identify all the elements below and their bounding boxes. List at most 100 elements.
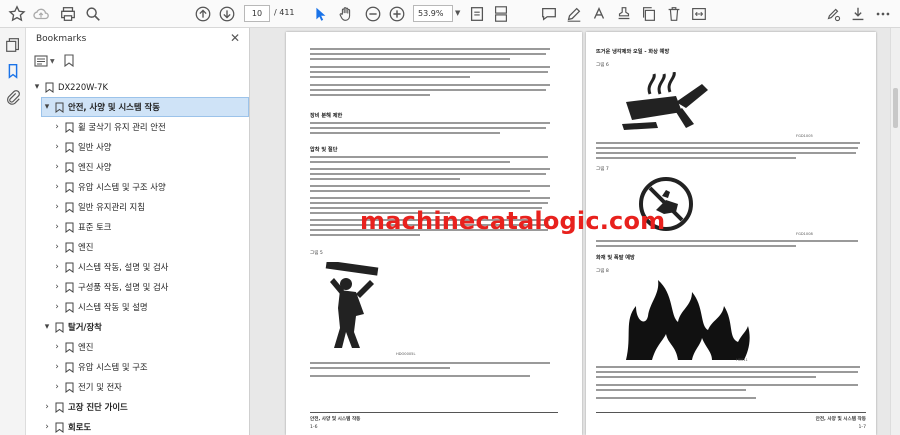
figure-code: HDO0005L — [396, 352, 416, 356]
footer-page-number: 1-7 — [858, 425, 866, 430]
chevron-right-icon[interactable]: › — [52, 222, 62, 232]
fit-width-icon[interactable] — [688, 3, 710, 25]
bookmark-item[interactable]: › 표준 토크 — [52, 218, 111, 236]
section-heading: 압착 및 절단 — [310, 147, 338, 153]
bookmark-item[interactable]: › 회로도 — [42, 418, 91, 435]
bookmark-icon — [55, 422, 64, 433]
bookmark-icon — [65, 182, 74, 193]
chevron-right-icon[interactable]: › — [52, 122, 62, 132]
vertical-scrollbar[interactable] — [890, 28, 900, 435]
bookmark-icon — [65, 302, 74, 313]
bookmark-icon — [65, 342, 74, 353]
delete-icon[interactable] — [663, 3, 685, 25]
chevron-down-icon[interactable]: ▾ — [42, 322, 52, 332]
attachments-icon[interactable] — [2, 86, 24, 108]
scroll-mode-icon[interactable] — [490, 3, 512, 25]
chevron-right-icon[interactable]: › — [42, 422, 52, 432]
bookmark-item[interactable]: › 유압 시스템 및 구조 — [52, 358, 148, 376]
bookmarks-icon[interactable] — [2, 60, 24, 82]
hand-tool-icon[interactable] — [335, 3, 357, 25]
bookmark-item[interactable]: ▾ 안전, 사양 및 시스템 작동 — [41, 97, 249, 117]
figure-label: 그림 7 — [596, 167, 609, 172]
comment-icon[interactable] — [538, 3, 560, 25]
bookmark-icon — [65, 122, 74, 133]
bookmark-item[interactable]: › 엔진 — [52, 238, 93, 256]
footer-rule — [596, 412, 866, 413]
figure-code: FGD1008 — [796, 232, 813, 236]
bookmark-icon — [45, 82, 54, 93]
section-heading: 화재 및 폭발 예방 — [596, 255, 635, 261]
chevron-right-icon[interactable]: › — [52, 302, 62, 312]
search-icon[interactable] — [82, 3, 104, 25]
bookmark-item[interactable]: › 구성품 작동, 설명 및 검사 — [52, 278, 168, 296]
options-menu-icon[interactable]: ▼ — [34, 55, 55, 67]
chevron-right-icon[interactable]: › — [52, 362, 62, 372]
upload-cloud-icon[interactable] — [30, 3, 52, 25]
more-options-icon[interactable] — [872, 3, 894, 25]
select-cursor-icon[interactable] — [309, 3, 331, 25]
chevron-right-icon[interactable]: › — [52, 202, 62, 212]
chevron-down-icon[interactable]: ▾ — [32, 82, 42, 92]
body-text-lines — [310, 48, 558, 112]
page-number-input[interactable]: 10 — [244, 5, 270, 22]
bookmark-add-icon[interactable] — [6, 3, 28, 25]
bookmark-item[interactable]: › 시스템 작동, 설명 및 검사 — [52, 258, 168, 276]
chevron-down-icon[interactable]: ▾ — [42, 102, 52, 112]
bookmark-icon — [65, 242, 74, 253]
body-text-lines — [596, 366, 866, 410]
zoom-in-icon[interactable] — [386, 3, 408, 25]
bookmark-item[interactable]: ▾ 탈거/장착 — [42, 318, 102, 336]
scrollbar-thumb[interactable] — [893, 88, 898, 128]
bookmark-item[interactable]: › 일반 유지관리 지침 — [52, 198, 145, 216]
copy-icon[interactable] — [638, 3, 660, 25]
body-text-lines — [596, 240, 866, 259]
chevron-right-icon[interactable]: › — [52, 182, 62, 192]
stamp-icon[interactable] — [613, 3, 635, 25]
body-text-lines — [596, 142, 866, 176]
bookmark-icon — [65, 222, 74, 233]
watermark-text: machinecatalogic.com — [360, 207, 666, 235]
chevron-down-icon[interactable]: ▼ — [455, 9, 460, 17]
bookmark-icon — [65, 202, 74, 213]
zoom-out-icon[interactable] — [362, 3, 384, 25]
bookmark-item[interactable]: › 일반 사양 — [52, 138, 111, 156]
bookmark-search-icon[interactable] — [63, 52, 75, 71]
pen-icon[interactable] — [563, 3, 585, 25]
chevron-right-icon[interactable]: › — [52, 342, 62, 352]
chevron-right-icon[interactable]: › — [42, 402, 52, 412]
footer-title: 안전, 사양 및 시스템 작동 — [310, 417, 361, 422]
bookmark-root[interactable]: ▾ DX220W-7K — [32, 78, 108, 96]
bookmark-icon — [65, 262, 74, 273]
previous-page-icon[interactable] — [192, 3, 214, 25]
close-icon[interactable]: ✕ — [230, 31, 240, 45]
download-icon[interactable] — [847, 3, 869, 25]
chevron-right-icon[interactable]: › — [52, 162, 62, 172]
page-fit-icon[interactable] — [466, 3, 488, 25]
print-icon[interactable] — [57, 3, 79, 25]
zoom-level-select[interactable]: 53.9% — [413, 5, 453, 22]
bookmark-item[interactable]: › 엔진 사양 — [52, 158, 111, 176]
bookmark-icon — [55, 402, 64, 413]
bookmark-item[interactable]: › 엔진 — [52, 338, 93, 356]
share-edit-icon[interactable] — [822, 3, 844, 25]
bookmark-item[interactable]: › 전기 및 전자 — [52, 378, 122, 396]
figure-label: 그림 8 — [596, 269, 609, 274]
bookmark-item[interactable]: › 고장 진단 가이드 — [42, 398, 128, 416]
highlight-text-icon[interactable] — [588, 3, 610, 25]
bookmark-icon — [65, 142, 74, 153]
bookmark-item[interactable]: › 휠 굴삭기 유지 관리 안전 — [52, 118, 166, 136]
chevron-right-icon[interactable]: › — [52, 242, 62, 252]
chevron-right-icon[interactable]: › — [52, 282, 62, 292]
chevron-right-icon[interactable]: › — [52, 382, 62, 392]
bookmark-item[interactable]: › 시스템 작동 및 설명 — [52, 298, 148, 316]
toolbar: 10 / 411 53.9% ▼ — [0, 0, 900, 28]
figure-label: 그림 5 — [310, 251, 323, 256]
next-page-icon[interactable] — [216, 3, 238, 25]
chevron-right-icon[interactable]: › — [52, 142, 62, 152]
page-thumbnails-icon[interactable] — [2, 34, 24, 56]
chevron-right-icon[interactable]: › — [52, 262, 62, 272]
hot-coolant-figure — [622, 72, 708, 130]
bookmark-item[interactable]: › 유압 시스템 및 구조 사양 — [52, 178, 166, 196]
footer-page-number: 1-6 — [310, 425, 318, 430]
bookmark-icon — [65, 162, 74, 173]
